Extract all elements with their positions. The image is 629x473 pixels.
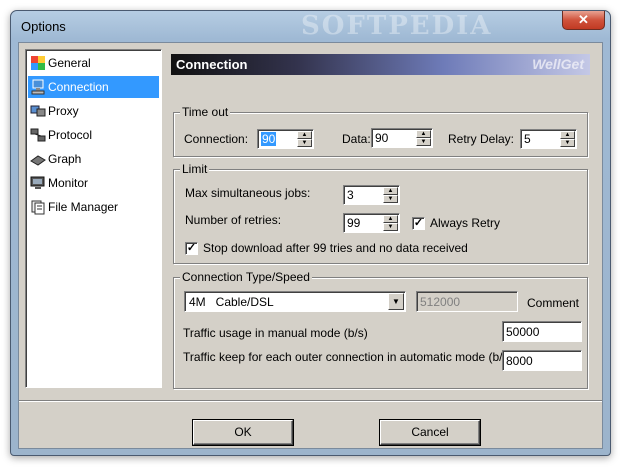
- comment-label: Comment: [527, 296, 580, 310]
- dialog-client-area: General Connection Proxy Protocol Graph …: [18, 42, 603, 449]
- retries-spinner[interactable]: 99 ▲ ▼: [343, 213, 400, 233]
- nav-item-label: Connection: [48, 80, 109, 94]
- up-arrow-icon[interactable]: ▲: [297, 131, 312, 139]
- bottom-divider: [19, 400, 602, 402]
- always-retry-label: Always Retry: [430, 216, 501, 230]
- nav-item-label: File Manager: [48, 200, 119, 214]
- spinner-arrows[interactable]: ▲ ▼: [383, 215, 398, 231]
- down-arrow-icon[interactable]: ▼: [560, 139, 575, 147]
- ok-button[interactable]: OK: [193, 420, 293, 445]
- up-arrow-icon[interactable]: ▲: [383, 187, 398, 195]
- timeout-group: Time out Connection: 90 ▲ ▼ Data: 90 ▲ ▼ R…: [173, 105, 588, 157]
- manual-traffic-field[interactable]: 50000: [502, 321, 582, 342]
- connection-type-select[interactable]: 4M Cable/DSL ▼: [184, 291, 406, 312]
- protocol-icon: [30, 128, 46, 142]
- down-arrow-icon[interactable]: ▼: [383, 195, 398, 203]
- down-arrow-icon[interactable]: ▼: [416, 138, 431, 146]
- limit-group: Limit Max simultaneous jobs: 3 ▲ ▼ Number…: [173, 162, 588, 264]
- auto-traffic-field[interactable]: 8000: [502, 350, 582, 371]
- connection-type-group: Connection Type/Speed 4M Cable/DSL ▼ 512…: [173, 270, 588, 389]
- retry-delay-value: 5: [524, 132, 531, 146]
- auto-traffic-value: 8000: [506, 354, 533, 368]
- nav-item-file-manager[interactable]: File Manager: [28, 196, 159, 218]
- stop-download-label: Stop download after 99 tries and no data…: [203, 241, 468, 255]
- nav-item-connection[interactable]: Connection: [28, 76, 159, 98]
- graph-icon: [30, 155, 46, 166]
- cancel-button[interactable]: Cancel: [380, 420, 480, 445]
- nav-item-graph[interactable]: Graph: [28, 148, 159, 170]
- up-arrow-icon[interactable]: ▲: [560, 131, 575, 139]
- stop-download-checkbox[interactable]: ✓: [185, 242, 198, 255]
- down-arrow-icon[interactable]: ▼: [383, 223, 398, 231]
- max-jobs-value: 3: [347, 188, 354, 202]
- up-arrow-icon[interactable]: ▲: [383, 215, 398, 223]
- nav-item-general[interactable]: General: [28, 52, 159, 74]
- section-title: Connection: [176, 57, 248, 72]
- app-brand: WellGet: [532, 56, 584, 72]
- window-title: Options: [21, 19, 66, 34]
- chevron-down-icon[interactable]: ▼: [388, 293, 404, 310]
- softpedia-watermark: SOFTPEDIA: [301, 11, 493, 41]
- spinner-arrows[interactable]: ▲ ▼: [383, 187, 398, 203]
- connection-icon: [31, 79, 45, 95]
- auto-mode-label: Traffic keep for each outer connection i…: [183, 350, 513, 364]
- manual-mode-label: Traffic usage in manual mode (b/s): [183, 326, 368, 340]
- file-manager-icon: [31, 200, 45, 215]
- retries-label: Number of retries:: [185, 213, 282, 227]
- always-retry-checkbox[interactable]: ✓: [412, 217, 425, 230]
- section-header: Connection WellGet: [171, 54, 590, 75]
- connection-timeout-spinner[interactable]: 90 ▲ ▼: [257, 129, 314, 149]
- limit-group-label: Limit: [180, 162, 210, 176]
- nav-item-label: Graph: [48, 152, 82, 166]
- monitor-icon: [30, 176, 45, 189]
- nav-item-monitor[interactable]: Monitor: [28, 172, 159, 194]
- connection-timeout-value: 90: [261, 132, 277, 146]
- retries-value: 99: [347, 216, 361, 230]
- general-icon: [31, 56, 45, 70]
- options-window: Options SOFTPEDIA ✕ General Connection P…: [10, 10, 611, 456]
- close-button[interactable]: ✕: [562, 11, 605, 30]
- down-arrow-icon[interactable]: ▼: [297, 139, 312, 147]
- nav-item-proxy[interactable]: Proxy: [28, 100, 159, 122]
- nav-item-label: Protocol: [48, 128, 93, 142]
- timeout-group-label: Time out: [180, 105, 231, 119]
- manual-traffic-value: 50000: [506, 325, 540, 339]
- nav-item-label: Monitor: [48, 176, 89, 190]
- max-jobs-spinner[interactable]: 3 ▲ ▼: [343, 185, 400, 205]
- spinner-arrows[interactable]: ▲ ▼: [560, 131, 575, 147]
- speed-field: 512000: [416, 291, 518, 312]
- data-timeout-value: 90: [375, 131, 389, 145]
- proxy-icon: [30, 105, 46, 117]
- spinner-arrows[interactable]: ▲ ▼: [297, 131, 312, 147]
- connection-timeout-label: Connection:: [184, 132, 249, 146]
- options-nav-list: General Connection Proxy Protocol Graph …: [25, 49, 162, 388]
- nav-item-label: General: [48, 56, 91, 70]
- connection-type-group-label: Connection Type/Speed: [180, 270, 312, 284]
- retry-delay-label: Retry Delay:: [448, 132, 515, 146]
- nav-item-label: Proxy: [48, 104, 79, 118]
- close-icon: ✕: [578, 12, 589, 27]
- data-timeout-spinner[interactable]: 90 ▲ ▼: [371, 128, 433, 148]
- data-timeout-label: Data:: [342, 132, 371, 146]
- nav-item-protocol[interactable]: Protocol: [28, 124, 159, 146]
- connection-type-value: 4M Cable/DSL: [189, 295, 274, 309]
- speed-value: 512000: [420, 295, 461, 309]
- max-jobs-label: Max simultaneous jobs:: [185, 186, 311, 200]
- up-arrow-icon[interactable]: ▲: [416, 130, 431, 138]
- retry-delay-spinner[interactable]: 5 ▲ ▼: [520, 129, 577, 149]
- spinner-arrows[interactable]: ▲ ▼: [416, 130, 431, 146]
